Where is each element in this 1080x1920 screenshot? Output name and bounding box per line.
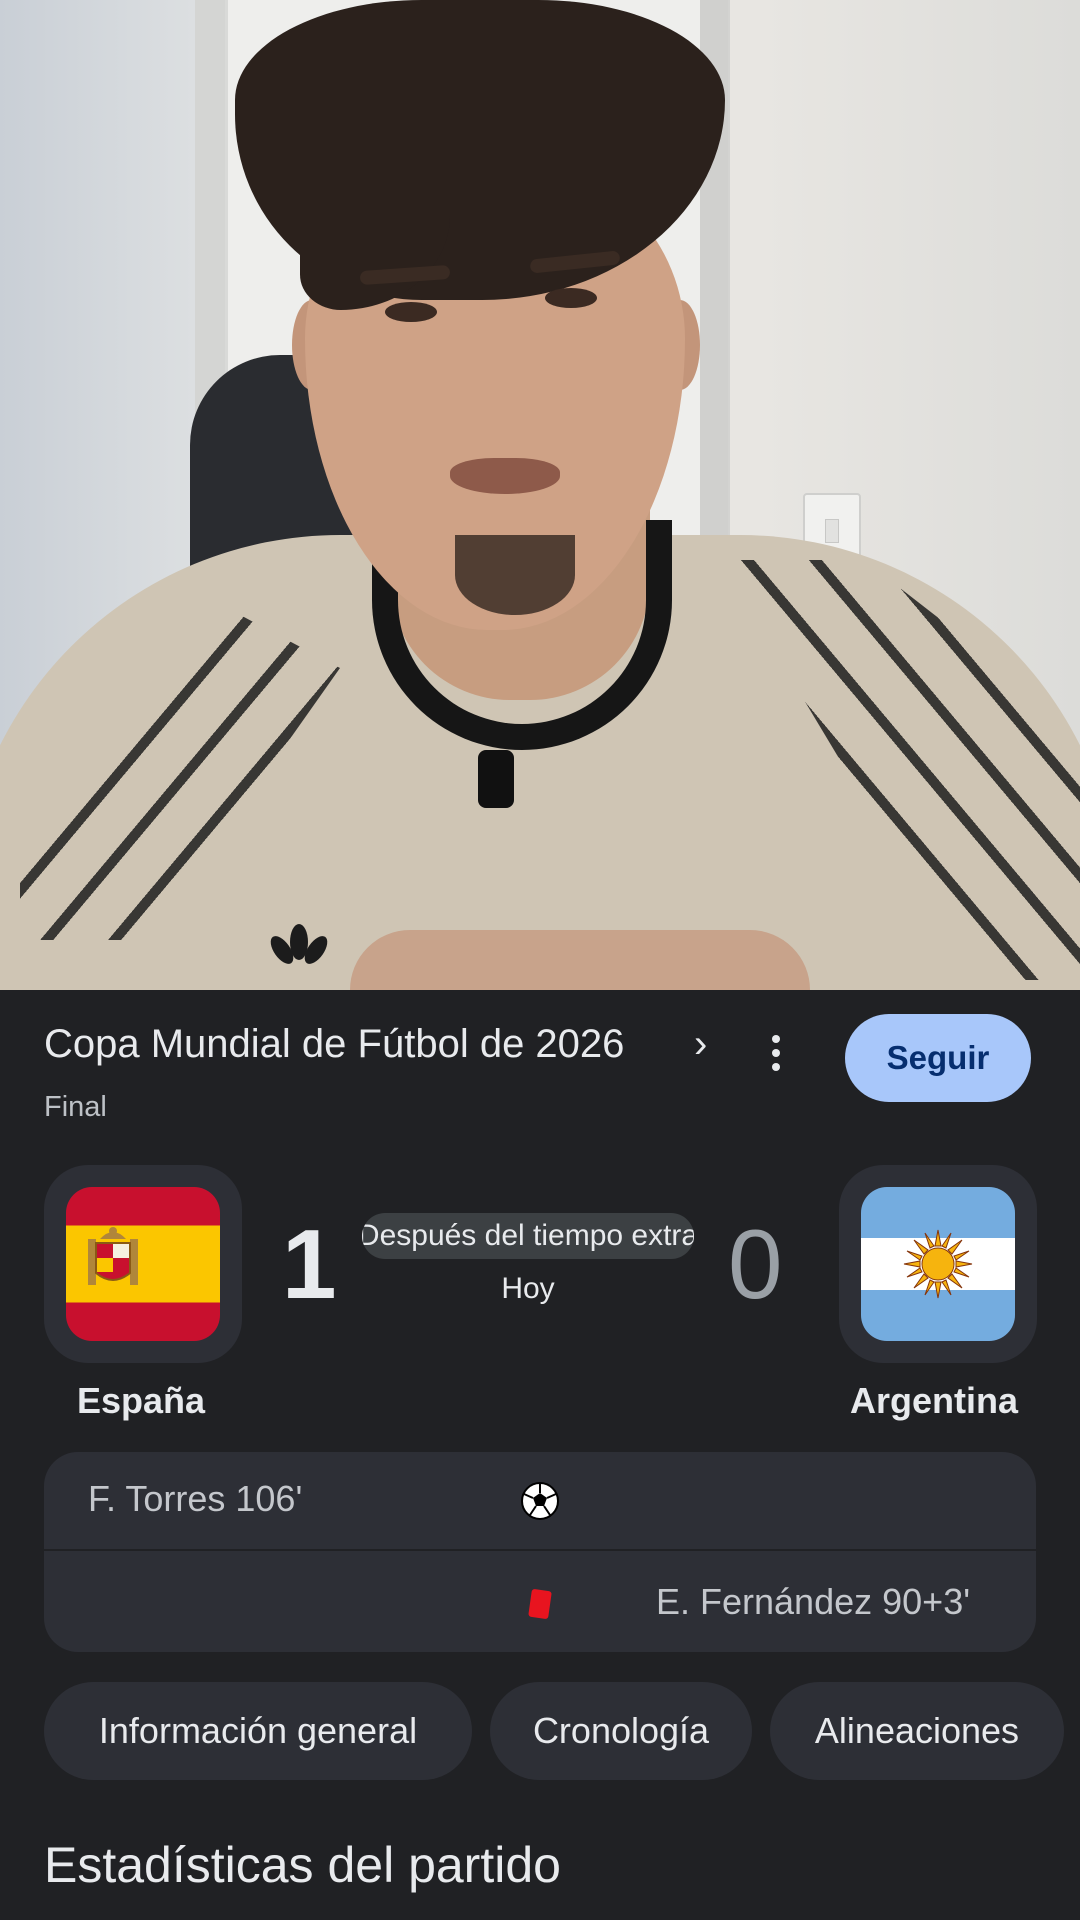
goal-event-text: F. Torres 106' — [88, 1478, 303, 1519]
more-options-icon[interactable] — [756, 1028, 796, 1078]
match-stats-heading: Estadísticas del partido — [44, 1837, 561, 1893]
tab-cronologia[interactable]: Cronología — [490, 1682, 752, 1780]
red-card-icon — [528, 1588, 552, 1620]
competition-title[interactable]: Copa Mundial de Fútbol de 2026 — [44, 1022, 624, 1067]
tab-informacion-general[interactable]: Información general — [44, 1682, 472, 1780]
follow-button[interactable]: Seguir — [845, 1014, 1031, 1102]
spain-coat-of-arms-icon — [88, 1227, 138, 1285]
match-status-badge: Después del tiempo extra — [362, 1213, 694, 1259]
chevron-right-icon[interactable]: › — [694, 1022, 707, 1067]
match-status-text: Después del tiempo extra — [362, 1219, 694, 1252]
tab-alineaciones[interactable]: Alineaciones — [770, 1682, 1064, 1780]
trefoil-logo-icon — [262, 924, 336, 974]
eye-right — [545, 288, 597, 308]
away-team-name[interactable]: Argentina — [850, 1380, 1018, 1422]
video-feed[interactable] — [0, 0, 1080, 990]
events-divider — [44, 1549, 1036, 1551]
screen: Copa Mundial de Fútbol de 2026 › Seguir … — [0, 0, 1080, 1920]
person-hands — [350, 930, 810, 990]
soccer-ball-icon — [521, 1482, 559, 1520]
beard — [455, 535, 575, 615]
red-card-event-text: E. Fernández 90+3' — [656, 1581, 971, 1622]
spain-flag-icon — [66, 1187, 220, 1341]
argentina-flag-icon — [861, 1187, 1015, 1341]
sun-of-may-icon — [903, 1229, 973, 1299]
home-team-name[interactable]: España — [77, 1380, 205, 1422]
eye-left — [385, 302, 437, 322]
lapel-microphone — [478, 750, 514, 808]
away-team-score: 0 — [728, 1209, 783, 1319]
mouth — [450, 458, 560, 494]
match-stage: Final — [44, 1091, 107, 1123]
